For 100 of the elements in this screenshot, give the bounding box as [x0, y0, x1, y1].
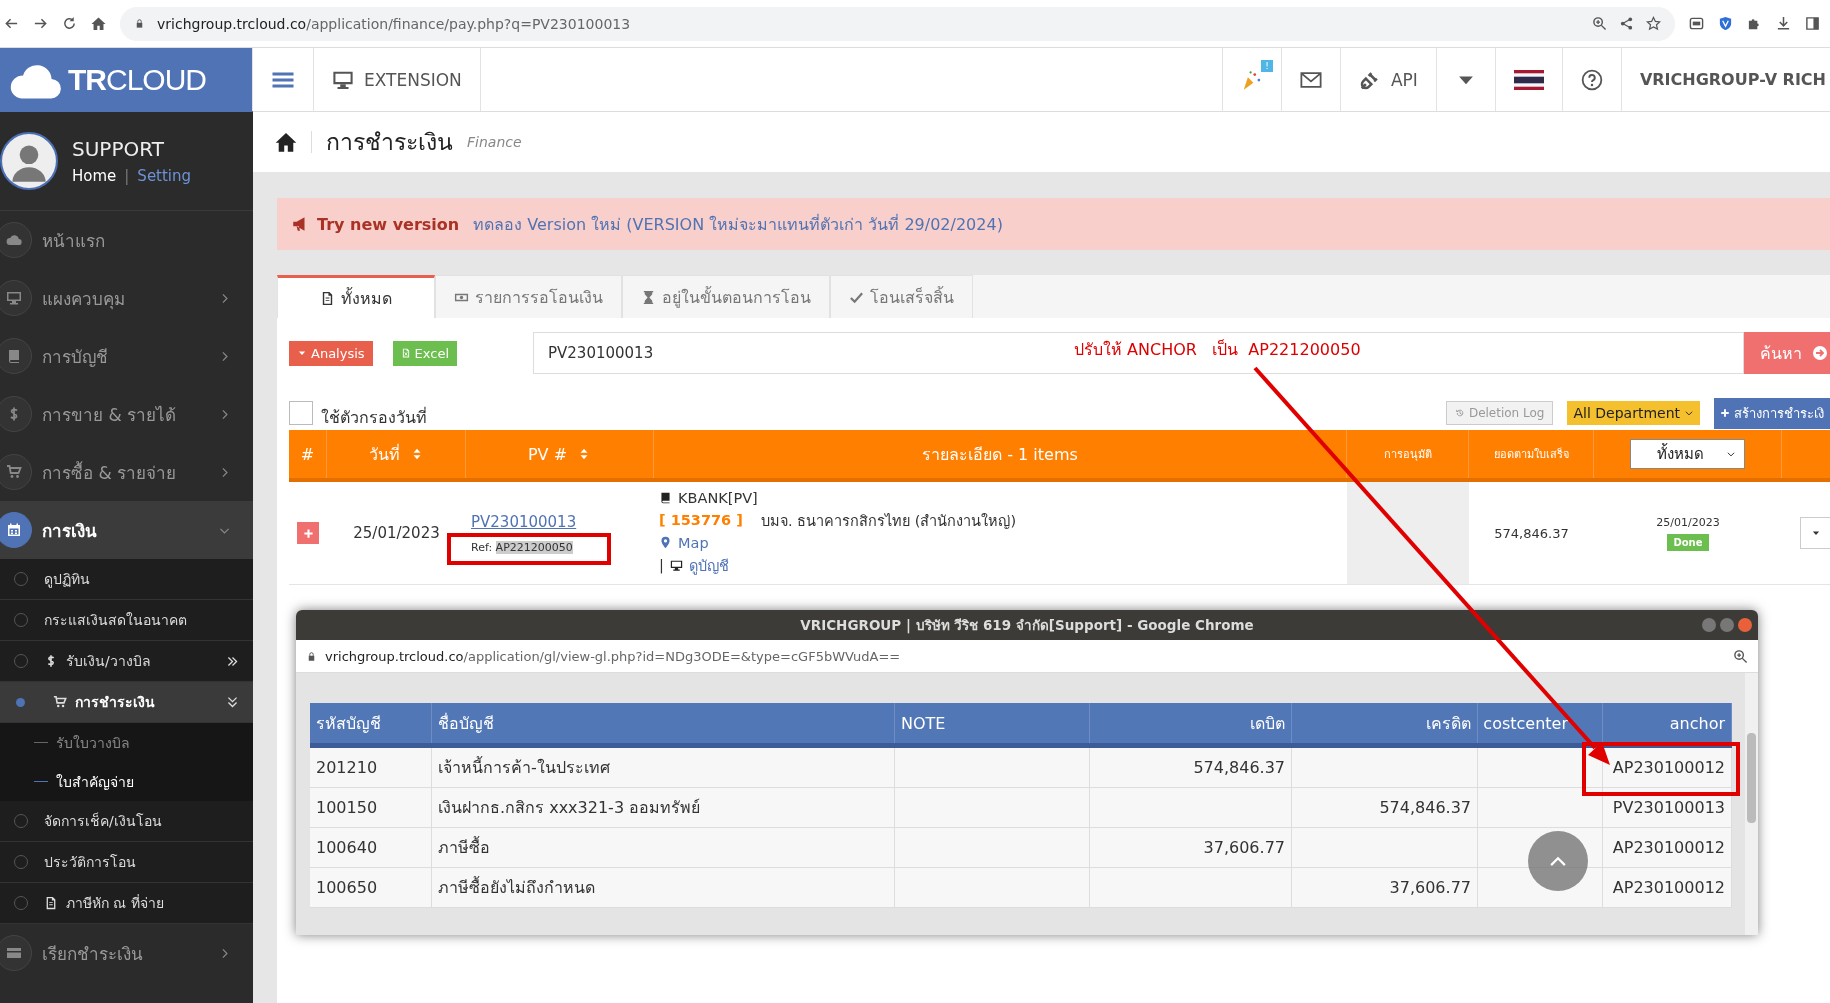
logo[interactable]: TRCLOUD — [0, 48, 253, 112]
department-dropdown[interactable]: All Department — [1567, 401, 1700, 425]
table-cell: 37,606.77 — [1203, 838, 1285, 857]
monitor-icon — [669, 558, 683, 572]
profile-link[interactable]: Home — [72, 167, 117, 185]
submenu-item[interactable]: รับใบวางบิล — [0, 723, 253, 762]
ref-label: Ref: — [471, 540, 493, 554]
table-cell: 100640 — [316, 838, 378, 857]
double-chevron-right-icon — [226, 654, 239, 668]
table-cell-text: 25/01/2023 — [352, 523, 441, 544]
active-dot — [16, 697, 25, 707]
submenu-item[interactable]: ประวัติการโอน — [0, 842, 253, 883]
forward-icon[interactable] — [33, 16, 48, 31]
map-link[interactable]: Map — [678, 534, 709, 551]
table-cell-text: เงินฝากธ.กสิกร xxx321-3 ออมทรัพย์ — [438, 797, 701, 819]
share-icon[interactable] — [1619, 16, 1634, 31]
column-header: costcenter — [1478, 703, 1603, 743]
shield-icon[interactable] — [1718, 16, 1733, 31]
scrollbar[interactable] — [1745, 673, 1758, 935]
extension-button[interactable]: EXTENSION — [313, 48, 481, 111]
credit-card-icon — [6, 945, 22, 961]
table-cell: 574,846.37 — [1379, 798, 1471, 817]
submenu-item[interactable]: กระแสเงินสดในอนาคต — [0, 600, 253, 641]
sidebar-item[interactable]: การซื้อ & รายจ่าย — [0, 443, 253, 501]
submenu-item[interactable]: การชำระเงิน — [0, 682, 253, 723]
search-field[interactable]: PV230100013 ปรับให้ ANCHOR เป็น AP221200050 — [533, 332, 1744, 374]
calendar-icon — [6, 522, 22, 538]
home-icon[interactable] — [91, 16, 106, 31]
column-header: การอนุมัติ — [1347, 430, 1469, 478]
download-icon[interactable] — [1776, 16, 1791, 31]
annotation-text: ปรับให้ ANCHOR เป็น AP221200050 — [1074, 338, 1361, 361]
sidebar-item[interactable]: เรียกชำระเงิน — [0, 924, 253, 982]
page-subtitle: Finance — [467, 134, 522, 150]
deletion-log-button[interactable]: Deletion Log — [1445, 401, 1554, 425]
window-title: VRICHGROUP | บริษัท วีริช 619 จำกัด[Support] - Google Chrome — [800, 616, 1254, 636]
user-menu[interactable]: VRICHGROUP-V RICH — [1620, 48, 1830, 111]
table-cell: 100650 — [316, 878, 378, 897]
plus-icon — [302, 527, 314, 539]
table-cell-text: ภาษีซื้อ — [438, 835, 490, 859]
checkbox[interactable] — [289, 401, 313, 425]
column-header: เดบิต — [1090, 703, 1292, 743]
alert-title: Try new version — [317, 214, 460, 234]
submenu-item[interactable]: รับเงิน/วางบิล — [0, 641, 253, 682]
vendor-code: [ 153776 ] — [659, 512, 743, 528]
status-select[interactable]: ทั้งหมด — [1630, 439, 1745, 469]
submenu-item[interactable]: ดูปฏิทิน — [0, 559, 253, 600]
window-icon[interactable] — [1689, 16, 1704, 31]
spreadsheet-icon — [400, 348, 411, 358]
tab[interactable]: โอนเสร็จสิ้น — [830, 275, 973, 318]
column-header: anchor — [1603, 703, 1732, 743]
zoom-icon[interactable] — [1733, 648, 1748, 664]
table-cell: 100150 — [316, 798, 378, 817]
search-button[interactable]: ค้นหา — [1744, 332, 1830, 374]
home-icon[interactable] — [275, 131, 312, 153]
address-bar[interactable]: vrichgroup.trcloud.co/application/finance/pay.php?q=PV230100013 — [120, 6, 1675, 41]
extensions-icon[interactable] — [1747, 16, 1762, 31]
analysis-button[interactable]: Analysis — [289, 340, 373, 366]
submenu-item[interactable]: จัดการเช็ค/เงินโอน — [0, 801, 253, 842]
sidebar-item[interactable]: แผงควบคุม — [0, 269, 253, 327]
url-text: vrichgroup.trcloud.co/application/gl/view-gl.php?id=NDg3ODE=&type=cGF5bWVudA== — [325, 648, 901, 664]
reload-icon[interactable] — [62, 16, 77, 31]
table-cell: AP230100012 — [1612, 838, 1725, 857]
tab[interactable]: รายการรอโอนเงิน — [435, 275, 622, 318]
api-button[interactable]: API — [1339, 48, 1437, 111]
help-icon[interactable] — [1580, 68, 1603, 91]
map-pin-icon — [659, 536, 672, 549]
ref-number: AP221200050 — [495, 540, 573, 554]
zoom-icon[interactable] — [1592, 16, 1607, 31]
sidebar-item[interactable]: หน้าแรก — [0, 211, 253, 269]
status-badge: Done — [1667, 533, 1709, 551]
star-icon[interactable] — [1646, 16, 1661, 31]
sidebar-item[interactable]: การเงิน — [0, 501, 253, 559]
minimize-button[interactable] — [1702, 618, 1716, 632]
sidebar-item[interactable]: การบัญชี — [0, 327, 253, 385]
sidebar-item[interactable]: การขาย & รายได้ — [0, 385, 253, 443]
alert-link[interactable]: ทดลอง Version ใหม่ (VERSION ใหม่จะมาแทนที่ตัวเก่า วันที่ 29/02/2024) — [473, 211, 1003, 237]
close-button[interactable] — [1738, 618, 1752, 632]
cart-icon — [53, 695, 67, 709]
table-cell: 201210 — [316, 758, 378, 777]
maximize-button[interactable] — [1720, 618, 1734, 632]
submenu-item[interactable]: ภาษีหัก ณ ที่จ่าย — [0, 883, 253, 924]
back-icon[interactable] — [4, 16, 19, 31]
tab[interactable]: ทั้งหมด — [277, 275, 435, 318]
tab[interactable]: อยู่ในขั้นตอนการโอน — [622, 275, 830, 318]
pv-link[interactable]: PV230100013 — [471, 512, 577, 531]
receipt-date: 25/01/2023 — [1656, 515, 1720, 529]
notification-badge: ! — [1261, 60, 1273, 72]
sidebar-icon[interactable] — [1805, 16, 1820, 31]
expand-button[interactable] — [297, 522, 319, 544]
ledger-link[interactable]: ดูบัญชี — [688, 553, 729, 577]
chevron-down-icon — [1684, 408, 1694, 418]
create-button[interactable]: สร้างการชำระเงิ — [1714, 397, 1830, 429]
table-cell: AP230100012 — [1612, 758, 1725, 777]
flag-icon[interactable] — [1513, 69, 1544, 90]
table-cell-text: 574,846.37 — [1493, 524, 1570, 543]
cloud-icon — [6, 232, 22, 248]
double-chevron-down-icon — [226, 695, 239, 709]
profile-link[interactable]: Setting — [137, 167, 192, 185]
profile-name: SUPPORT — [72, 137, 165, 161]
submenu-item[interactable]: ใบสำคัญจ่าย — [0, 762, 253, 801]
